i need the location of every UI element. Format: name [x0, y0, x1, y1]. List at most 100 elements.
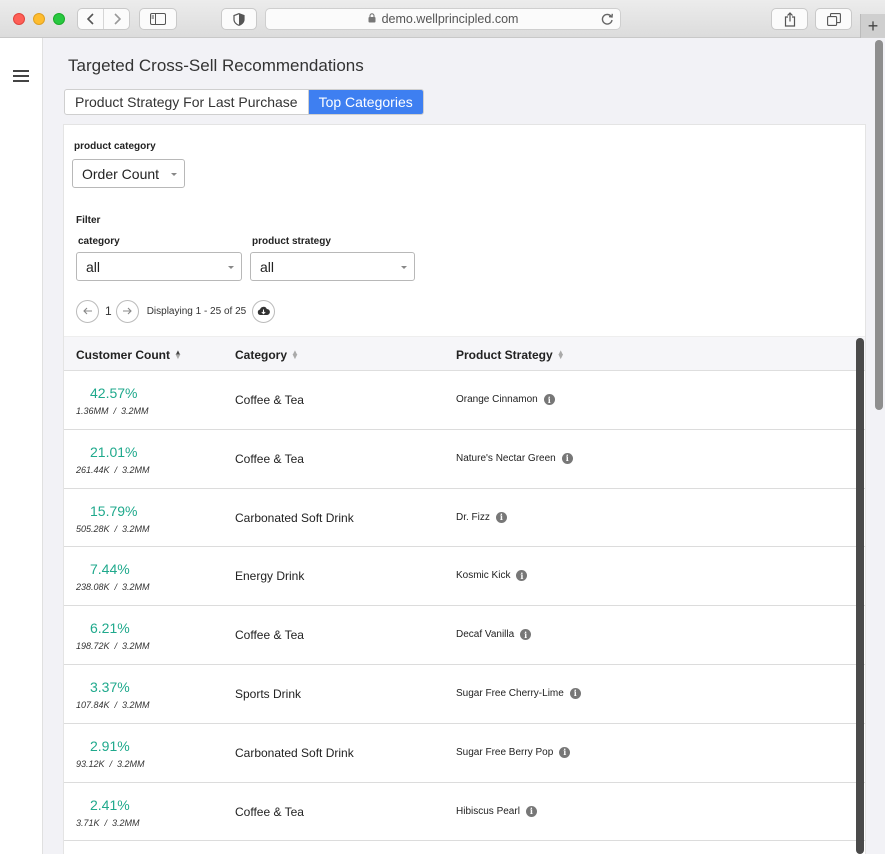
count-ratio: 93.12K / 3.2MM [76, 758, 145, 769]
chevron-down-icon [171, 173, 177, 176]
product-strategy-label: product strategy [252, 236, 331, 247]
count-ratio: 107.84K / 3.2MM [76, 699, 150, 710]
back-icon[interactable] [78, 9, 103, 29]
chevron-down-icon [228, 266, 234, 269]
sort-icon: ▲ ▼ [291, 348, 299, 361]
category-cell: Carbonated Soft Drink [235, 510, 354, 525]
product-strategy-value: all [260, 258, 275, 275]
table-row: 15.79% 505.28K / 3.2MM Carbonated Soft D… [64, 489, 865, 548]
info-icon[interactable]: i [561, 452, 573, 464]
url-text: demo.wellprincipled.com [381, 12, 519, 26]
menu-icon[interactable] [13, 70, 29, 85]
minimize-window-icon[interactable] [33, 13, 45, 25]
history-nav [77, 8, 130, 30]
count-ratio: 238.08K / 3.2MM [76, 582, 150, 593]
new-tab-button[interactable]: + [860, 14, 885, 38]
chevron-down-icon [401, 266, 407, 269]
info-icon[interactable]: i [543, 394, 555, 405]
view-tabs: Product Strategy For Last Purchase Top C… [64, 89, 424, 115]
percent-value: 2.91% [90, 737, 130, 754]
percent-value: 3.37% [90, 678, 130, 695]
percent-value: 7.44% [90, 561, 130, 578]
table-body: 42.57% 1.36MM / 3.2MM Coffee & Tea Orang… [64, 371, 865, 842]
product-category-select[interactable]: Order Count [72, 159, 185, 188]
info-icon[interactable]: i [495, 511, 507, 523]
left-nav-rail [0, 38, 43, 854]
category-cell: Coffee & Tea [235, 804, 304, 819]
strategy-cell: Hibiscus Pearl i [456, 805, 537, 817]
count-ratio: 198.72K / 3.2MM [76, 641, 150, 652]
tab-top-categories[interactable]: Top Categories [307, 90, 423, 114]
zoom-window-icon[interactable] [53, 13, 65, 25]
category-cell: Coffee & Tea [235, 628, 304, 643]
table-row: 6.21% 198.72K / 3.2MM Coffee & Tea Decaf… [64, 606, 865, 665]
tabs-overview-icon[interactable] [815, 8, 852, 30]
percent-value: 21.01% [90, 443, 138, 460]
count-ratio: 1.36MM / 3.2MM [76, 406, 149, 416]
column-product-strategy[interactable]: Product Strategy ▲ ▼ [456, 348, 565, 362]
reload-icon[interactable] [601, 12, 614, 29]
privacy-shield-icon[interactable] [221, 8, 257, 30]
page-title: Targeted Cross-Sell Recommendations [68, 56, 364, 75]
page-scrollbar[interactable] [875, 40, 883, 410]
count-ratio: 261.44K / 3.2MM [76, 464, 150, 475]
lock-icon [368, 12, 376, 26]
tab-product-strategy[interactable]: Product Strategy For Last Purchase [65, 90, 308, 114]
info-icon[interactable]: i [559, 746, 571, 758]
category-cell: Coffee & Tea [235, 451, 304, 466]
next-page-icon[interactable] [115, 299, 139, 323]
table-row: 2.91% 93.12K / 3.2MM Carbonated Soft Dri… [64, 724, 865, 783]
info-icon[interactable]: i [520, 629, 532, 641]
info-icon[interactable]: i [516, 570, 528, 582]
table-scrollbar[interactable] [856, 338, 864, 854]
strategy-cell: Kosmic Kick i [456, 570, 528, 582]
percent-value: 42.57% [90, 385, 138, 401]
strategy-cell: Nature's Nectar Green i [456, 452, 573, 464]
category-cell: Coffee & Tea [235, 393, 304, 407]
browser-toolbar: demo.wellprincipled.com + [0, 0, 885, 38]
close-window-icon[interactable] [13, 13, 25, 25]
table-row: 21.01% 261.44K / 3.2MM Coffee & Tea Natu… [64, 430, 865, 489]
product-category-value: Order Count [82, 165, 160, 182]
category-cell: Sports Drink [235, 686, 302, 701]
category-select[interactable]: all [76, 252, 242, 281]
category-value: all [86, 258, 101, 275]
strategy-cell: Dr. Fizz i [456, 511, 507, 523]
category-label: category [78, 236, 120, 247]
percent-value: 15.79% [90, 502, 138, 519]
sort-icon: ▲ ▼ [174, 348, 182, 361]
strategy-cell: Sugar Free Berry Pop i [456, 746, 571, 758]
address-bar[interactable]: demo.wellprincipled.com [265, 8, 621, 30]
filter-label: Filter [76, 215, 101, 226]
category-cell: Energy Drink [235, 569, 305, 584]
count-ratio: 3.71K / 3.2MM [76, 817, 140, 828]
product-strategy-select[interactable]: all [250, 252, 415, 281]
page-info: Displaying 1 - 25 of 25 [146, 305, 247, 317]
strategy-cell: Orange Cinnamon i [456, 394, 555, 405]
info-icon[interactable]: i [525, 805, 537, 817]
table-row: 3.37% 107.84K / 3.2MM Sports Drink Sugar… [64, 665, 865, 724]
percent-value: 2.41% [90, 796, 130, 813]
sort-icon: ▲ ▼ [556, 348, 565, 361]
prev-page-icon[interactable] [76, 299, 99, 323]
strategy-cell: Decaf Vanilla i [456, 629, 532, 641]
table-row: 2.41% 3.71K / 3.2MM Coffee & Tea Hibiscu… [64, 783, 865, 842]
sidebar-toggle-icon[interactable] [139, 8, 177, 30]
info-icon[interactable]: i [569, 687, 581, 699]
strategy-cell: Sugar Free Cherry-Lime i [456, 687, 581, 699]
current-page: 1 [105, 304, 112, 318]
column-customer-count[interactable]: Customer Count ▲ ▼ [76, 348, 182, 362]
forward-icon[interactable] [103, 9, 129, 29]
table-row: 7.44% 238.08K / 3.2MM Energy Drink Kosmi… [64, 547, 865, 607]
category-cell: Carbonated Soft Drink [235, 745, 354, 760]
cloud-download-icon[interactable] [252, 299, 276, 323]
table-row: 42.57% 1.36MM / 3.2MM Coffee & Tea Orang… [64, 371, 865, 430]
pagination: 1 Displaying 1 - 25 of 25 [76, 299, 276, 323]
count-ratio: 505.28K / 3.2MM [76, 523, 150, 534]
share-icon[interactable] [771, 8, 808, 30]
column-category[interactable]: Category ▲ ▼ [235, 348, 299, 362]
percent-value: 6.21% [90, 620, 130, 637]
product-category-label: product category [74, 141, 156, 152]
table-header: Customer Count ▲ ▼ Category ▲ ▼ Product St… [64, 336, 865, 371]
results-panel: product category Order Count Filter cate… [63, 124, 866, 854]
